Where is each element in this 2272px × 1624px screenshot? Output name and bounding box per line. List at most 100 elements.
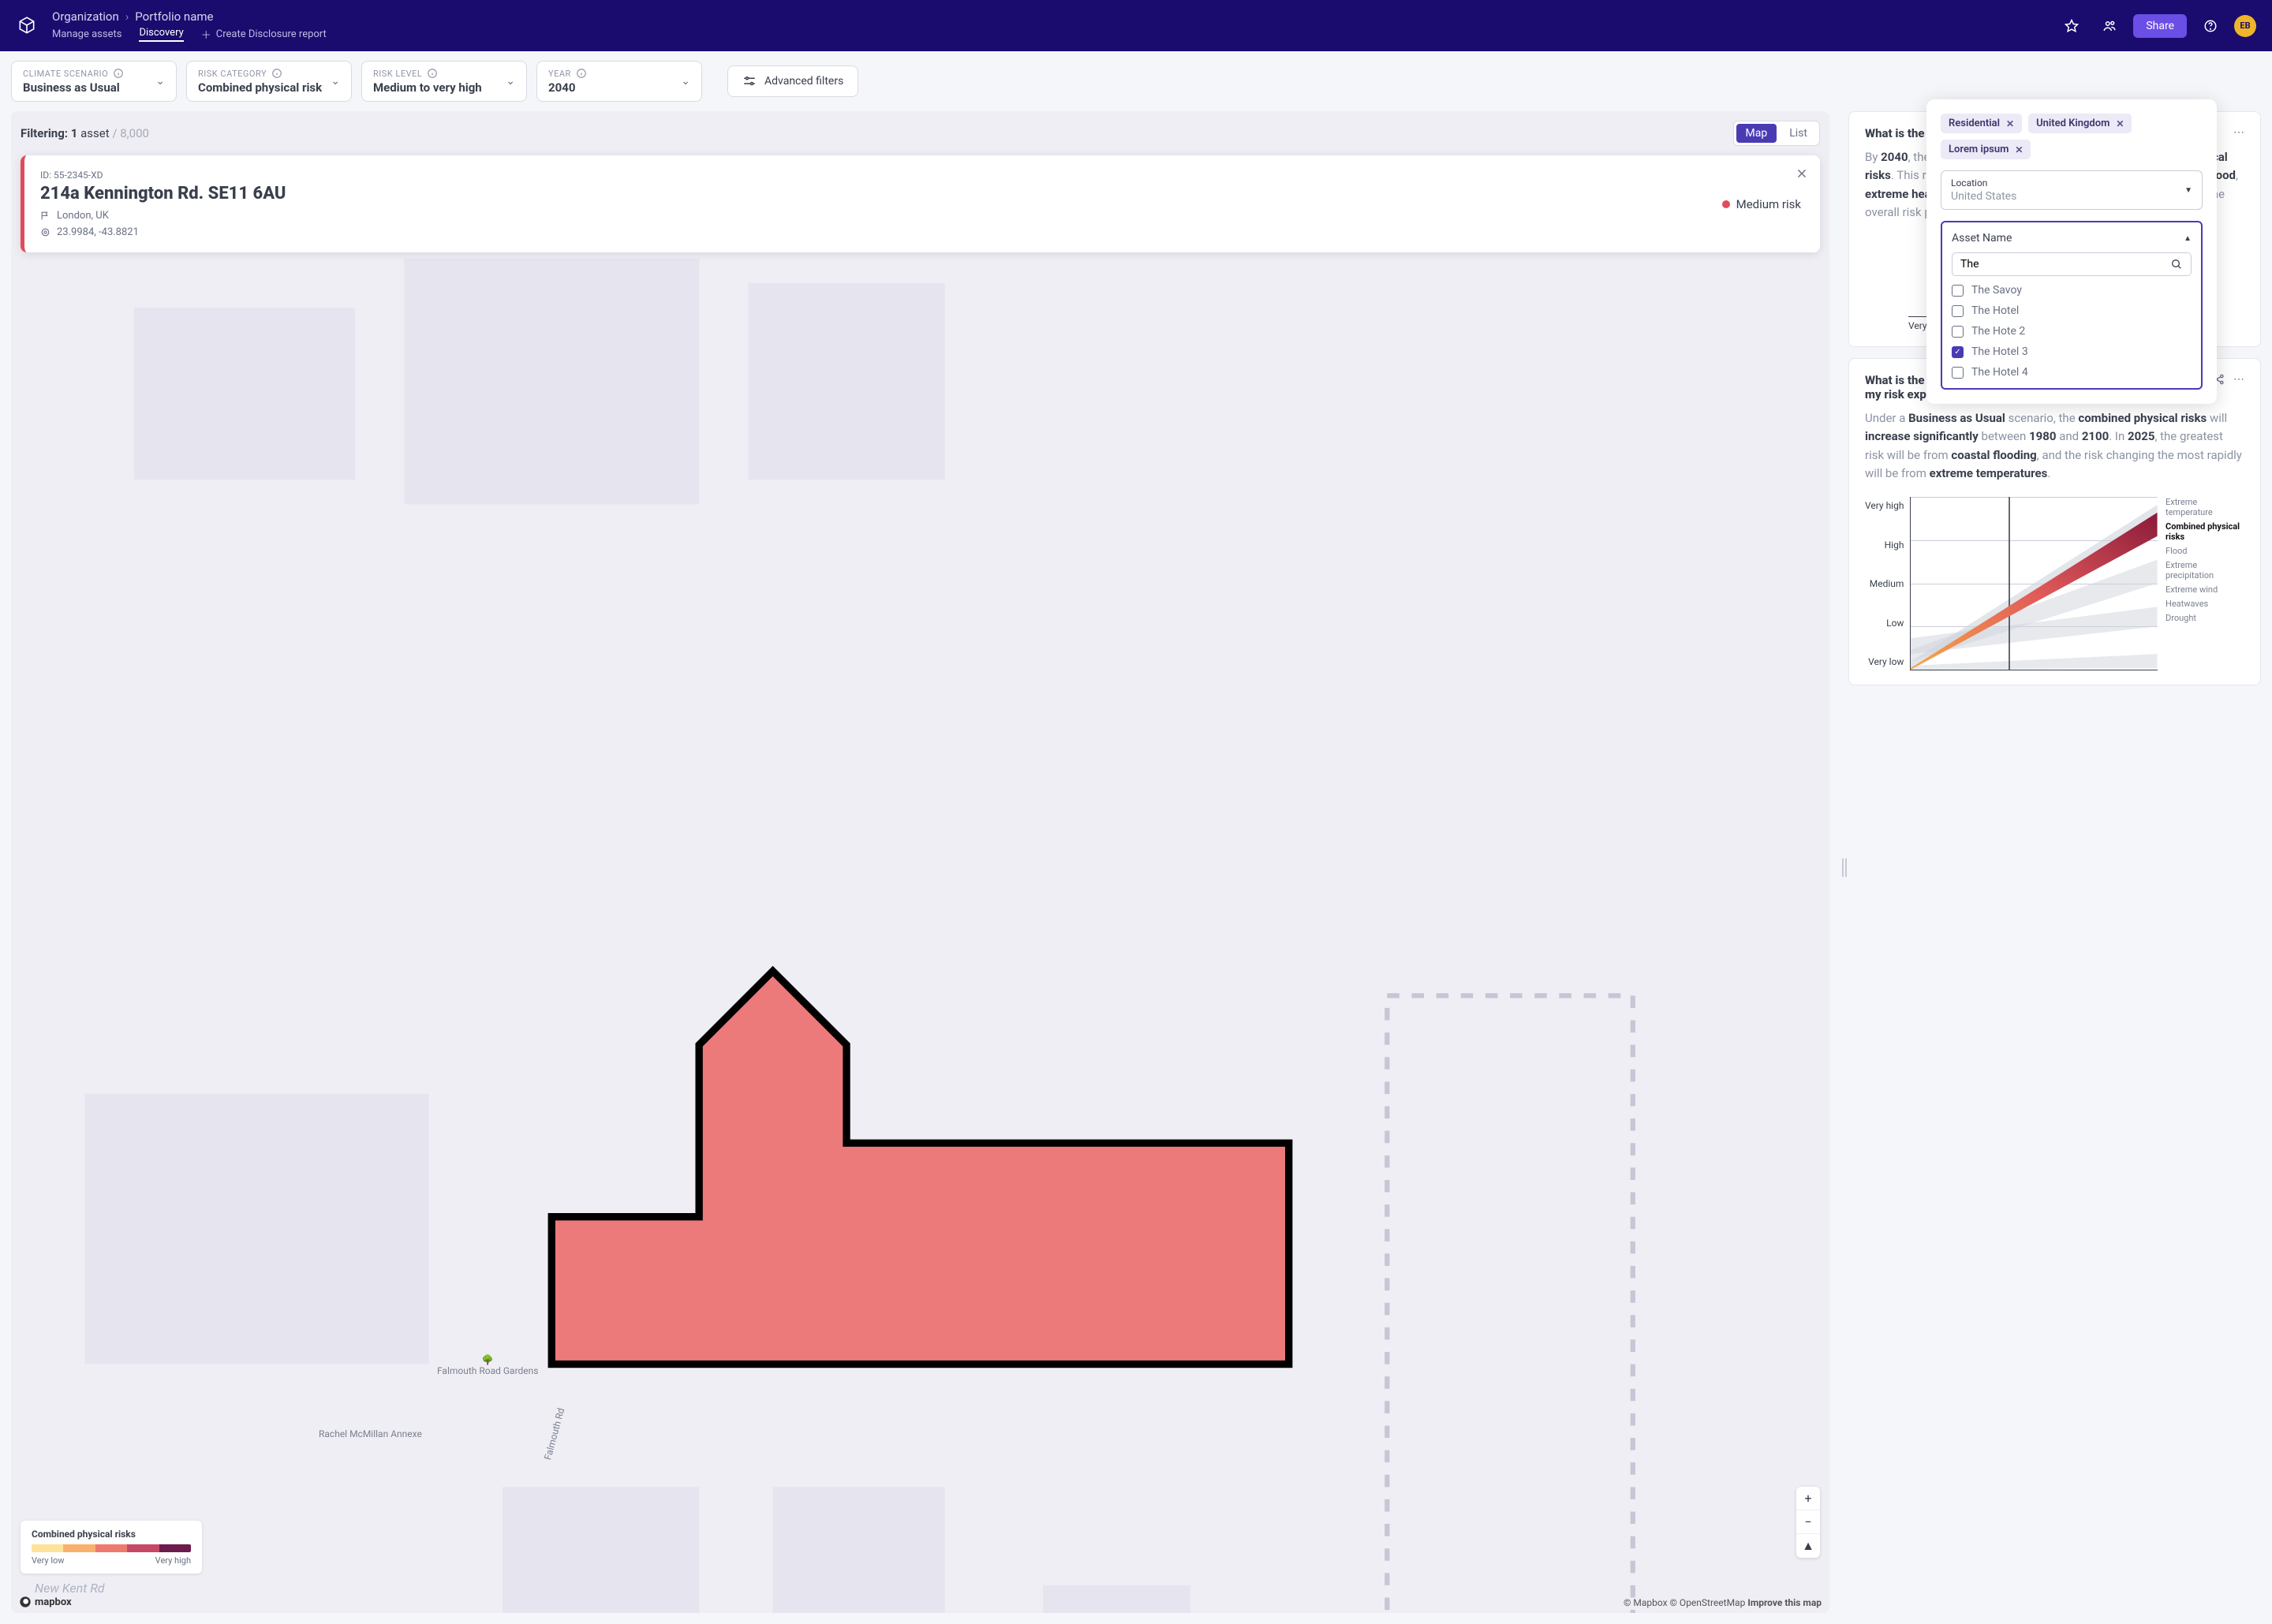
people-icon xyxy=(2102,19,2117,33)
risk-label: Medium risk xyxy=(1736,197,1801,211)
breadcrumb-portfolio[interactable]: Portfolio name xyxy=(135,9,213,24)
info-icon xyxy=(576,68,587,79)
chip-remove[interactable]: ✕ xyxy=(2006,118,2014,129)
favorite-button[interactable] xyxy=(2057,12,2086,40)
nav-manage-assets[interactable]: Manage assets xyxy=(52,28,121,40)
star-icon xyxy=(2065,19,2079,33)
chevron-down-icon: ⌄ xyxy=(331,75,340,88)
card-relative-importance: What is the relative importance of vario… xyxy=(1848,358,2261,685)
asset-info-card: ID: 55-2345-XD 214a Kennington Rd. SE11 … xyxy=(21,155,1820,252)
view-toggle-map[interactable]: Map xyxy=(1736,124,1777,143)
asset-name-search[interactable] xyxy=(1952,252,2192,276)
zoom-in-button[interactable]: + xyxy=(1796,1487,1820,1510)
chip-uk: United Kingdom✕ xyxy=(2028,114,2132,133)
filtering-summary: Filtering: 1 asset / 8,000 xyxy=(21,126,149,140)
asset-option-label: The Hotel xyxy=(1971,304,2019,317)
checkbox-icon xyxy=(1952,367,1964,379)
map-attribution: © Mapbox © OpenStreetMap Improve this ma… xyxy=(1624,1597,1822,1608)
map-label-mcmillan: Rachel McMillan Annexe xyxy=(319,1428,422,1439)
asset-title: 214a Kennington Rd. SE11 6AU xyxy=(40,184,1804,203)
asset-option[interactable]: The Hotel 4 xyxy=(1952,366,2192,379)
asset-name-label: Asset Name xyxy=(1952,232,2012,245)
target-icon xyxy=(40,227,50,237)
filter-scenario-label: CLIMATE SCENARIO xyxy=(23,69,108,79)
filter-climate-scenario[interactable]: CLIMATE SCENARIO Business as Usual ⌄ xyxy=(11,61,177,102)
people-button[interactable] xyxy=(2095,12,2124,40)
hazard-chart: Very high High Medium Low Very low xyxy=(1865,497,2244,670)
asset-option[interactable]: The Hote 2 xyxy=(1952,325,2192,338)
chevron-down-icon: ⌄ xyxy=(506,75,515,88)
chip-remove[interactable]: ✕ xyxy=(2116,118,2124,129)
asset-option[interactable]: ✓ The Hotel 3 xyxy=(1952,345,2192,358)
chevron-down-icon: ⌄ xyxy=(681,75,690,88)
asset-option-label: The Hotel 4 xyxy=(1971,366,2028,379)
risk-badge: Medium risk xyxy=(1722,197,1801,211)
caret-up-icon[interactable]: ▲ xyxy=(2184,234,2192,243)
chart-y-axis: Very high High Medium Low Very low xyxy=(1865,497,1910,670)
filter-risk-category[interactable]: RISK CATEGORY Combined physical risk ⌄ xyxy=(186,61,352,102)
asset-option-label: The Savoy xyxy=(1971,284,2022,297)
advanced-filters-button[interactable]: Advanced filters xyxy=(727,65,858,97)
filter-risk-level[interactable]: RISK LEVEL Medium to very high ⌄ xyxy=(361,61,527,102)
nav-create-report[interactable]: ＋ Create Disclosure report xyxy=(201,27,327,42)
plus-icon: ＋ xyxy=(201,27,211,42)
asset-option-label: The Hote 2 xyxy=(1971,325,2025,338)
close-icon xyxy=(1795,166,1809,181)
reset-bearing-button[interactable]: ▲ xyxy=(1796,1534,1820,1558)
help-icon xyxy=(2203,19,2218,33)
checkbox-icon: ✓ xyxy=(1952,346,1964,358)
pane-splitter[interactable] xyxy=(1840,111,1848,1624)
asset-name-input[interactable] xyxy=(1960,258,2170,271)
chevron-down-icon: ⌄ xyxy=(155,75,165,88)
asset-option-label: The Hotel 3 xyxy=(1971,345,2028,358)
advanced-filters-label: Advanced filters xyxy=(764,75,843,88)
chip-lorem: Lorem ipsum✕ xyxy=(1941,140,2031,159)
app-logo[interactable] xyxy=(16,15,38,37)
mapbox-logo: mapbox xyxy=(19,1596,72,1608)
asset-location: London, UK xyxy=(57,210,109,222)
map-zoom-controls: + − ▲ xyxy=(1796,1487,1820,1558)
help-button[interactable] xyxy=(2196,12,2225,40)
info-icon xyxy=(113,68,124,79)
card-more-button[interactable]: ⋯ xyxy=(2233,126,2244,139)
mapbox-icon xyxy=(19,1596,32,1608)
breadcrumb-org[interactable]: Organization xyxy=(52,9,119,24)
location-select[interactable]: Location United States ▼ xyxy=(1941,170,2203,210)
card2-text: Under a Business as Usual scenario, the … xyxy=(1865,409,2244,483)
map[interactable]: Filtering: 1 asset / 8,000 Map List ID: … xyxy=(11,111,1829,1613)
chip-remove[interactable]: ✕ xyxy=(2015,144,2023,155)
close-button[interactable] xyxy=(1795,166,1809,184)
share-button[interactable]: Share xyxy=(2133,14,2187,38)
legend-low: Very low xyxy=(32,1555,65,1566)
chip-residential: Residential✕ xyxy=(1941,114,2022,133)
legend-high: Very high xyxy=(155,1555,191,1566)
chevron-right-icon: › xyxy=(125,9,129,24)
risk-dot-icon xyxy=(1722,200,1730,208)
checkbox-icon xyxy=(1952,326,1964,338)
asset-option[interactable]: The Hotel xyxy=(1952,304,2192,317)
zoom-out-button[interactable]: − xyxy=(1796,1510,1820,1534)
topbar: Organization › Portfolio name Manage ass… xyxy=(0,0,2272,51)
filter-year[interactable]: YEAR 2040 ⌄ xyxy=(536,61,702,102)
chart-legend: Extreme temperature Combined physical ri… xyxy=(2158,497,2244,670)
asset-coords: 23.9984, -43.8821 xyxy=(57,226,139,238)
asset-option[interactable]: The Savoy xyxy=(1952,284,2192,297)
view-toggle: Map List xyxy=(1733,121,1820,146)
legend-gradient xyxy=(32,1544,191,1552)
map-label-falmouth-gardens: 🌳Falmouth Road Gardens xyxy=(437,1354,539,1376)
nav-discovery[interactable]: Discovery xyxy=(139,27,183,42)
improve-map-link[interactable]: Improve this map xyxy=(1747,1597,1822,1608)
asset-id: ID: 55-2345-XD xyxy=(40,170,1804,181)
filter-scenario-value: Business as Usual xyxy=(23,80,124,95)
map-label-kent-rd: New Kent Rd xyxy=(35,1581,105,1596)
caret-down-icon: ▼ xyxy=(2184,186,2192,195)
avatar[interactable]: EB xyxy=(2234,15,2256,37)
location-value: United States xyxy=(1951,190,2016,203)
checkbox-icon xyxy=(1952,305,1964,317)
card-more-button[interactable]: ⋯ xyxy=(2233,373,2244,389)
nav-create-report-label: Create Disclosure report xyxy=(216,28,327,40)
info-icon xyxy=(427,68,438,79)
view-toggle-list[interactable]: List xyxy=(1780,124,1817,143)
info-icon xyxy=(271,68,282,79)
breadcrumb: Organization › Portfolio name xyxy=(52,9,327,24)
